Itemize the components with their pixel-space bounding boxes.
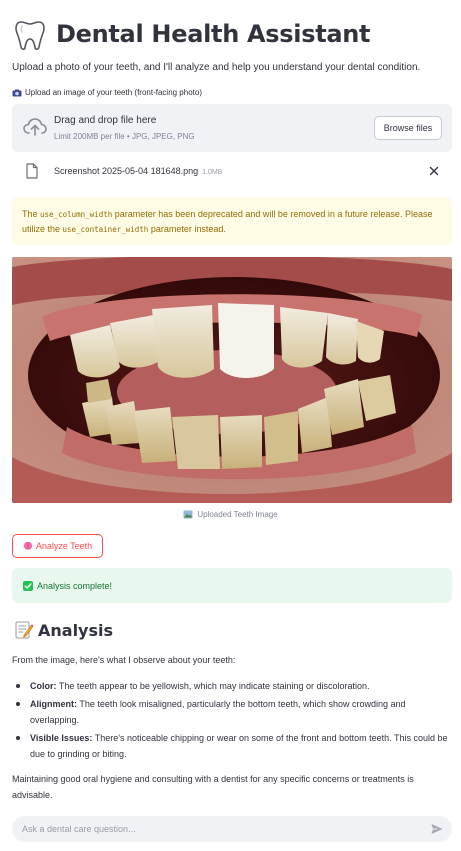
page-header: Dental Health Assistant	[12, 16, 371, 52]
bullet-text: The teeth look misaligned, particularly …	[30, 699, 406, 725]
warning-text-1: The	[22, 209, 41, 219]
limit-text: Limit 200MB per file • JPG, JPEG, PNG	[54, 132, 195, 141]
drop-text: Drag and drop file here	[54, 115, 157, 126]
bullet-label: Alignment:	[30, 699, 77, 709]
bullet-label: Color:	[30, 681, 57, 691]
upload-label: Upload an image of your teeth (front-fac…	[12, 88, 202, 97]
image-caption: Uploaded Teeth Image	[0, 510, 461, 519]
intro-text: Upload a photo of your teeth, and I'll a…	[12, 62, 421, 73]
cloud-upload-icon	[23, 118, 47, 136]
success-text: Analysis complete!	[37, 580, 113, 591]
uploaded-teeth-image	[12, 257, 452, 503]
teeth-photo	[12, 257, 452, 503]
check-icon	[23, 580, 33, 591]
memo-icon	[15, 621, 34, 639]
warning-code-1: use_column_width	[40, 210, 113, 219]
tooth-icon	[15, 21, 45, 51]
success-alert: Analysis complete!	[12, 568, 452, 603]
list-item: Alignment: The teeth look misaligned, pa…	[16, 696, 454, 728]
send-icon[interactable]	[430, 822, 444, 836]
file-size: 1.0MB	[202, 169, 223, 176]
chat-input[interactable]	[22, 821, 412, 837]
camera-icon	[12, 89, 22, 96]
analyze-teeth-button[interactable]: Analyze Teeth	[12, 534, 103, 558]
warning-code-2: use_container_width	[62, 225, 149, 234]
file-name: Screenshot 2025-05-04 181648.png 1.0MB	[54, 166, 222, 176]
image-icon	[183, 510, 193, 519]
analysis-closing: Maintaining good oral hygiene and consul…	[12, 774, 414, 800]
caption-text: Uploaded Teeth Image	[197, 510, 278, 519]
bullet-text: There's noticeable chipping or wear on s…	[30, 733, 448, 759]
analyze-button-label: Analyze Teeth	[35, 541, 93, 551]
bullet-label: Visible Issues:	[30, 733, 93, 743]
file-dropzone[interactable]: Drag and drop file here Limit 200MB per …	[12, 104, 452, 152]
chat-input-bar	[12, 816, 452, 842]
analysis-title: Analysis	[38, 620, 114, 640]
deprecation-warning: The use_column_width parameter has been …	[12, 197, 452, 245]
analysis-intro: From the image, here's what I observe ab…	[12, 655, 236, 665]
list-item: Color: The teeth appear to be yellowish,…	[16, 678, 454, 694]
file-icon	[26, 163, 38, 179]
browse-files-button[interactable]: Browse files	[374, 116, 442, 140]
warning-text-3: parameter instead.	[148, 224, 226, 234]
analysis-list: Color: The teeth appear to be yellowish,…	[16, 678, 454, 764]
file-name-text: Screenshot 2025-05-04 181648.png	[54, 166, 199, 176]
uploaded-file-row: Screenshot 2025-05-04 181648.png 1.0MB	[12, 160, 452, 184]
page-title: Dental Health Assistant	[56, 20, 371, 48]
remove-file-icon[interactable]	[428, 165, 440, 177]
bullet-text: The teeth appear to be yellowish, which …	[56, 681, 370, 691]
brain-icon	[23, 542, 33, 550]
upload-label-text: Upload an image of your teeth (front-fac…	[25, 88, 202, 97]
analysis-header: Analysis	[14, 620, 113, 640]
list-item: Visible Issues: There's noticeable chipp…	[16, 730, 454, 762]
